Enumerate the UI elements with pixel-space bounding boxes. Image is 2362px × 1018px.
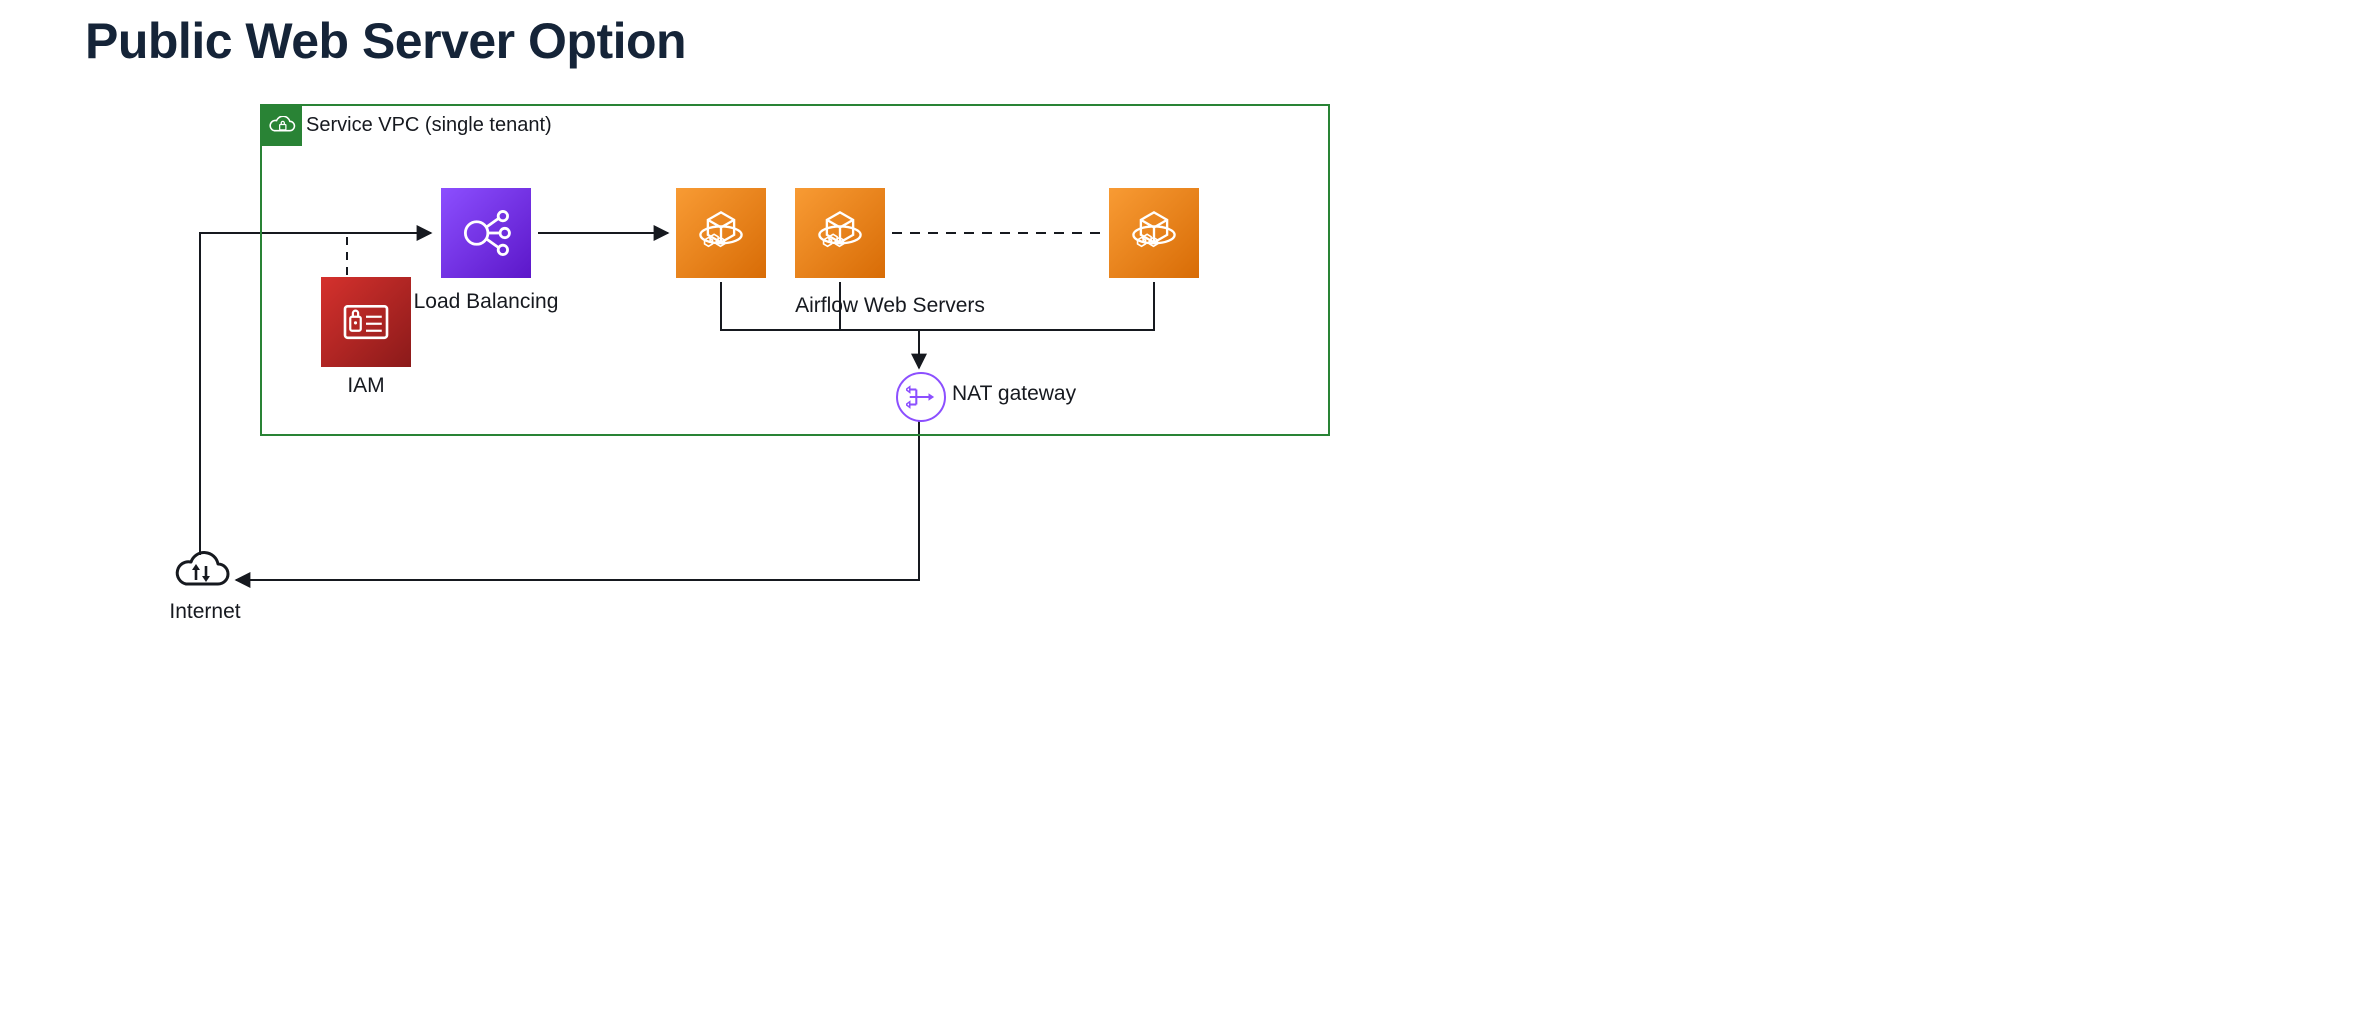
internet-icon: [172, 550, 230, 599]
page-title: Public Web Server Option: [85, 12, 686, 70]
diagram-canvas: Public Web Server Option: [0, 0, 2362, 1018]
vpc-label: Service VPC (single tenant): [306, 114, 552, 137]
airflow-webserver-2-icon: [795, 188, 885, 278]
airflow-webserver-n-icon: [1109, 188, 1199, 278]
airflow-webservers-label: Airflow Web Servers: [780, 294, 1000, 318]
load-balancer-label: Load Balancing: [391, 290, 581, 314]
nat-gateway-icon: [896, 372, 946, 422]
nat-gateway-label: NAT gateway: [952, 382, 1112, 406]
load-balancer-icon: [441, 188, 531, 278]
iam-label: IAM: [321, 374, 411, 398]
airflow-webserver-1-icon: [676, 188, 766, 278]
internet-label: Internet: [155, 600, 255, 624]
vpc-cloud-icon: [262, 106, 302, 146]
